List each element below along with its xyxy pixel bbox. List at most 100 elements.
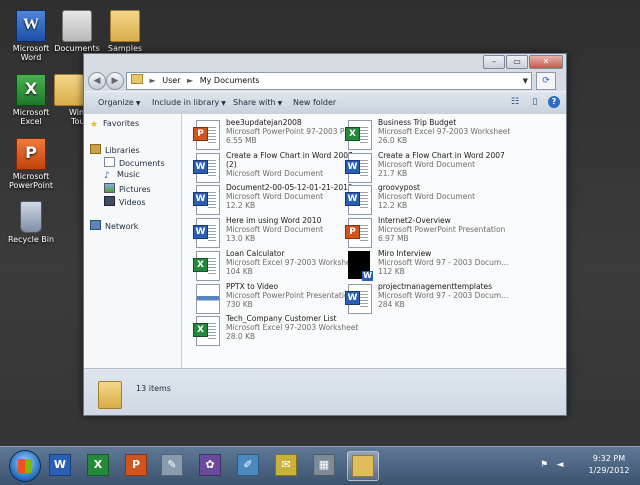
word-icon: W	[49, 454, 71, 476]
word-document-badge-icon: W	[345, 192, 360, 206]
taskbar-button[interactable]: X	[83, 451, 113, 479]
preview-pane-icon[interactable]: ▯	[528, 96, 542, 108]
calculator-icon: ▦	[313, 454, 335, 476]
forward-button[interactable]: ▶	[106, 72, 124, 90]
paint-icon: ✐	[237, 454, 259, 476]
file-details: groovypost Microsoft Word Document 12.2 KB	[378, 183, 513, 210]
word-document-icon: W	[193, 185, 220, 215]
nav-documents[interactable]: Documents	[104, 157, 165, 168]
taskbar-button[interactable]: ✐	[233, 451, 263, 479]
file-details: Create a Flow Chart in Word 2007 (2) Micr…	[226, 151, 361, 178]
help-icon[interactable]: ?	[548, 96, 560, 108]
file-details: bee3updatejan2008 Microsoft PowerPoint 97…	[226, 118, 361, 145]
file-item[interactable]: X Loan Calculator Microsoft Excel 97-2003 …	[193, 249, 361, 282]
taskbar-button[interactable]: P	[121, 451, 151, 479]
library-icon	[90, 144, 101, 154]
maximize-button[interactable]: ▭	[506, 55, 528, 69]
file-details: projectmanagementtemplates Microsoft Word…	[378, 282, 513, 309]
file-type: Microsoft Excel 97-2003 Worksheet	[226, 323, 359, 332]
document-lines	[208, 258, 216, 274]
file-type: Microsoft Word Document	[226, 225, 324, 234]
breadcrumb-my-documents[interactable]: My Documents	[200, 76, 260, 85]
desktop-icon-recycle-bin[interactable]: Recycle Bin	[2, 201, 60, 244]
document-lines	[208, 192, 216, 208]
volume-icon[interactable]: ◄	[554, 459, 566, 471]
file-size: 12.2 KB	[378, 201, 408, 210]
change-view-icon[interactable]: ☷	[508, 96, 522, 108]
nav-pictures[interactable]: Pictures	[104, 183, 151, 194]
file-size: 21.7 KB	[378, 169, 408, 178]
nav-music[interactable]: ♪ Music	[104, 170, 140, 181]
taskbar-button[interactable]	[347, 451, 379, 481]
word-document-badge-icon: W	[193, 225, 208, 239]
nav-network[interactable]: Network	[90, 220, 138, 231]
command-bar: Organize ▼ Include in library ▼ Share with…	[84, 91, 566, 115]
desktop-icon-powerpoint[interactable]: P Microsoft PowerPoint	[2, 138, 60, 190]
network-icon	[90, 220, 101, 230]
clock[interactable]: 9:32 PM 1/29/2012	[586, 453, 632, 477]
word-badge-icon: W	[362, 271, 373, 281]
new-folder-button[interactable]: New folder	[293, 98, 336, 107]
word-document-badge-icon: W	[345, 291, 360, 305]
taskbar-button[interactable]: W	[45, 451, 75, 479]
file-item[interactable]: W Miro Interview Microsoft Word 97 - 2003 …	[348, 249, 513, 282]
address-bar[interactable]: ► User ► My Documents ▼	[126, 72, 532, 90]
word-document-icon: W	[345, 284, 372, 314]
nav-videos[interactable]: Videos	[104, 196, 146, 207]
powerpoint-icon: P	[345, 218, 372, 248]
file-type: Microsoft Word Document	[378, 160, 476, 169]
nav-favorites[interactable]: ★ Favorites	[90, 119, 139, 130]
file-size: 26.0 KB	[378, 136, 408, 145]
document-lines	[360, 160, 368, 176]
document-lines	[360, 225, 368, 241]
excel-worksheet-icon: X	[193, 316, 220, 346]
minimize-button[interactable]: –	[483, 55, 505, 69]
refresh-button[interactable]: ⟳	[536, 72, 556, 90]
file-item[interactable]: W Here im using Word 2010 Microsoft Word D…	[193, 216, 361, 249]
file-item[interactable]: Pbee3updatejan2008 Microsoft PowerPoint 9…	[193, 118, 361, 151]
document-lines	[208, 160, 216, 176]
file-item[interactable]: W Create a Flow Chart in Word 2007 Microso…	[345, 151, 513, 184]
word-document-badge-icon: W	[345, 160, 360, 174]
desktop-icon-label: Samples	[107, 44, 143, 53]
file-name: Create a Flow Chart in Word 2007	[378, 151, 505, 160]
breadcrumb-separator: ►	[149, 76, 156, 85]
start-button[interactable]	[9, 450, 41, 482]
pictures-icon	[104, 183, 115, 193]
word-document-badge-icon: W	[193, 192, 208, 206]
file-item[interactable]: PPTX to Video Microsoft PowerPoint Presen…	[196, 282, 361, 315]
nav-libraries[interactable]: Libraries	[90, 144, 140, 155]
file-item[interactable]: Wprojectmanagementtemplates Microsoft Wor…	[345, 282, 513, 315]
organize-button[interactable]: Organize ▼	[98, 98, 140, 107]
file-type: Microsoft Excel 97-2003 Worksheet	[378, 127, 511, 136]
file-item[interactable]: W Document2-00-05-12-01-21-2012 Microsoft …	[193, 183, 361, 216]
share-with-button[interactable]: Share with ▼	[233, 98, 282, 107]
file-item[interactable]: P Internet2-Overview Microsoft PowerPoint …	[345, 216, 513, 249]
title-bar[interactable]: – ▭ ✕	[84, 54, 566, 69]
include-in-library-button[interactable]: Include in library ▼	[152, 98, 226, 107]
chevron-down-icon: ▼	[221, 100, 226, 107]
file-details: Here im using Word 2010 Microsoft Word Do…	[226, 216, 361, 243]
back-button[interactable]: ◀	[88, 72, 106, 90]
close-button[interactable]: ✕	[529, 55, 563, 69]
file-item[interactable]: W Create a Flow Chart in Word 2007 (2) Mic…	[193, 151, 361, 184]
taskbar-button[interactable]: ✉	[271, 451, 301, 479]
chevron-down-icon[interactable]: ▼	[523, 73, 528, 89]
desktop-icon-samples[interactable]: Samples	[96, 10, 154, 53]
taskbar-button[interactable]: ▦	[309, 451, 339, 479]
powerpoint-badge-icon: P	[345, 225, 360, 239]
file-type: Microsoft Excel 97-2003 Worksheet	[226, 258, 359, 267]
file-name: Loan Calculator	[226, 249, 285, 258]
taskbar-button[interactable]: ✿	[195, 451, 225, 479]
file-item[interactable]: Wgroovypost Microsoft Word Document 12.2 K…	[345, 183, 513, 216]
word-document-icon: W	[193, 153, 220, 183]
file-item[interactable]: X Tech_Company Customer List Microsoft Exc…	[193, 314, 361, 347]
file-item[interactable]: X Business Trip Budget Microsoft Excel 97-…	[345, 118, 513, 151]
breadcrumb-user[interactable]: User	[162, 76, 180, 85]
share-with-label: Share with	[233, 98, 276, 107]
nav-label: Pictures	[119, 185, 151, 194]
taskbar-button[interactable]: ✎	[157, 451, 187, 479]
action-center-flag-icon[interactable]: ⚑	[538, 459, 550, 471]
folder-icon	[110, 10, 140, 42]
explorer-body: ★ Favorites Libraries Documents ♪ Music Pi…	[84, 114, 566, 368]
